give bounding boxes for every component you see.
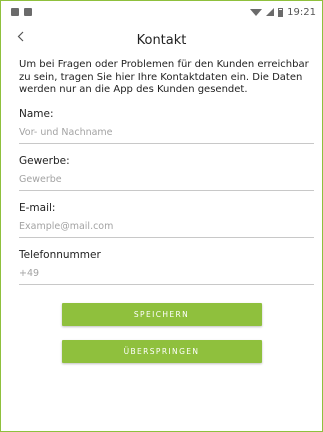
status-time: 19:21	[287, 6, 316, 18]
phone-field-group: Telefonnummer	[19, 249, 314, 285]
page-title: Kontakt	[136, 32, 187, 48]
email-field-group: E-mail:	[19, 202, 314, 238]
chevron-left-icon	[17, 31, 24, 42]
back-button[interactable]	[17, 30, 24, 46]
gewerbe-input[interactable]	[19, 166, 314, 191]
notification-icon	[11, 8, 19, 16]
app-frame: 19:21 Kontakt Um bei Fragen oder Problem…	[0, 0, 323, 432]
signal-icon	[266, 8, 275, 16]
name-input[interactable]	[19, 119, 314, 144]
save-button[interactable]: SPEICHERN	[61, 302, 262, 326]
skip-button[interactable]: ÜBERSPRINGEN	[61, 339, 262, 363]
status-indicators: 19:21	[250, 7, 316, 18]
notification-icon	[24, 8, 32, 16]
email-input[interactable]	[19, 213, 314, 238]
name-field-group: Name:	[19, 108, 314, 144]
name-label: Name:	[19, 107, 54, 120]
email-label: E-mail:	[19, 201, 56, 214]
intro-text: Um bei Fragen oder Problemen für den Kun…	[19, 59, 309, 95]
status-notifications	[11, 8, 32, 16]
status-bar: 19:21	[1, 1, 322, 23]
phone-input[interactable]	[19, 260, 314, 285]
top-bar: Kontakt	[1, 23, 322, 57]
wifi-icon	[250, 8, 263, 16]
gewerbe-field-group: Gewerbe:	[19, 155, 314, 191]
phone-label: Telefonnummer	[19, 248, 101, 261]
gewerbe-label: Gewerbe:	[19, 154, 70, 167]
battery-icon	[278, 7, 284, 17]
